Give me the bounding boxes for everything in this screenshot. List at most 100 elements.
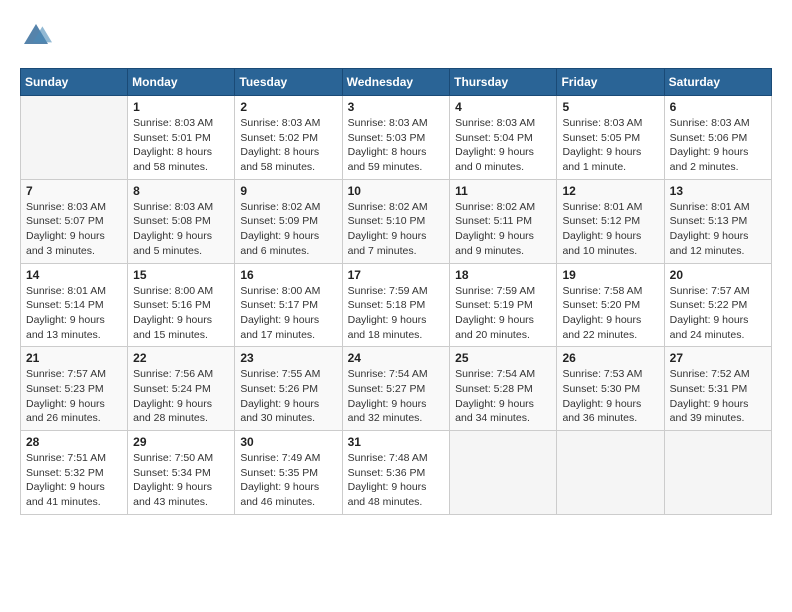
day-info: Sunrise: 7:49 AMSunset: 5:35 PMDaylight:…	[240, 451, 336, 510]
calendar-cell: 15 Sunrise: 8:00 AMSunset: 5:16 PMDayligh…	[128, 263, 235, 347]
calendar-cell: 3 Sunrise: 8:03 AMSunset: 5:03 PMDaylight…	[342, 96, 450, 180]
calendar-cell: 5 Sunrise: 8:03 AMSunset: 5:05 PMDaylight…	[557, 96, 664, 180]
header-wednesday: Wednesday	[342, 69, 450, 96]
calendar-cell: 12 Sunrise: 8:01 AMSunset: 5:12 PMDayligh…	[557, 179, 664, 263]
header-friday: Friday	[557, 69, 664, 96]
day-number: 14	[26, 268, 122, 282]
day-info: Sunrise: 7:54 AMSunset: 5:27 PMDaylight:…	[348, 367, 445, 426]
day-number: 25	[455, 351, 551, 365]
day-info: Sunrise: 8:03 AMSunset: 5:07 PMDaylight:…	[26, 200, 122, 259]
day-number: 5	[562, 100, 658, 114]
day-number: 9	[240, 184, 336, 198]
calendar-cell	[21, 96, 128, 180]
calendar-cell: 18 Sunrise: 7:59 AMSunset: 5:19 PMDayligh…	[450, 263, 557, 347]
day-number: 16	[240, 268, 336, 282]
calendar-table: SundayMondayTuesdayWednesdayThursdayFrid…	[20, 68, 772, 515]
calendar-week-row: 28 Sunrise: 7:51 AMSunset: 5:32 PMDayligh…	[21, 431, 772, 515]
calendar-cell: 16 Sunrise: 8:00 AMSunset: 5:17 PMDayligh…	[235, 263, 342, 347]
calendar-cell: 24 Sunrise: 7:54 AMSunset: 5:27 PMDayligh…	[342, 347, 450, 431]
calendar-cell	[664, 431, 771, 515]
header	[20, 20, 772, 52]
calendar-week-row: 1Sunrise: 8:03 AMSunset: 5:01 PMDaylight…	[21, 96, 772, 180]
calendar-cell: 31 Sunrise: 7:48 AMSunset: 5:36 PMDayligh…	[342, 431, 450, 515]
day-number: 28	[26, 435, 122, 449]
day-number: 30	[240, 435, 336, 449]
day-info: Sunrise: 8:01 AMSunset: 5:12 PMDaylight:…	[562, 200, 658, 259]
calendar-cell: 6Sunrise: 8:03 AMSunset: 5:06 PMDaylight…	[664, 96, 771, 180]
header-thursday: Thursday	[450, 69, 557, 96]
day-number: 8	[133, 184, 229, 198]
calendar-cell: 28 Sunrise: 7:51 AMSunset: 5:32 PMDayligh…	[21, 431, 128, 515]
day-number: 18	[455, 268, 551, 282]
day-info: Sunrise: 7:57 AMSunset: 5:23 PMDaylight:…	[26, 367, 122, 426]
day-info: Sunrise: 8:02 AMSunset: 5:10 PMDaylight:…	[348, 200, 445, 259]
day-number: 7	[26, 184, 122, 198]
calendar-cell	[557, 431, 664, 515]
calendar-week-row: 14 Sunrise: 8:01 AMSunset: 5:14 PMDayligh…	[21, 263, 772, 347]
calendar-cell	[450, 431, 557, 515]
day-info: Sunrise: 8:00 AMSunset: 5:17 PMDaylight:…	[240, 284, 336, 343]
calendar-cell: 30 Sunrise: 7:49 AMSunset: 5:35 PMDayligh…	[235, 431, 342, 515]
day-info: Sunrise: 8:03 AMSunset: 5:05 PMDaylight:…	[562, 116, 658, 175]
calendar-cell: 13 Sunrise: 8:01 AMSunset: 5:13 PMDayligh…	[664, 179, 771, 263]
day-info: Sunrise: 8:00 AMSunset: 5:16 PMDaylight:…	[133, 284, 229, 343]
day-info: Sunrise: 7:53 AMSunset: 5:30 PMDaylight:…	[562, 367, 658, 426]
day-number: 24	[348, 351, 445, 365]
calendar-header-row: SundayMondayTuesdayWednesdayThursdayFrid…	[21, 69, 772, 96]
day-number: 29	[133, 435, 229, 449]
day-number: 15	[133, 268, 229, 282]
calendar-cell: 22Sunrise: 7:56 AMSunset: 5:24 PMDayligh…	[128, 347, 235, 431]
day-info: Sunrise: 8:03 AMSunset: 5:06 PMDaylight:…	[670, 116, 766, 175]
calendar-cell: 4 Sunrise: 8:03 AMSunset: 5:04 PMDaylight…	[450, 96, 557, 180]
logo	[20, 20, 56, 52]
day-info: Sunrise: 7:56 AMSunset: 5:24 PMDaylight:…	[133, 367, 229, 426]
day-number: 2	[240, 100, 336, 114]
header-tuesday: Tuesday	[235, 69, 342, 96]
day-info: Sunrise: 8:03 AMSunset: 5:02 PMDaylight:…	[240, 116, 336, 175]
day-info: Sunrise: 7:57 AMSunset: 5:22 PMDaylight:…	[670, 284, 766, 343]
calendar-cell: 1Sunrise: 8:03 AMSunset: 5:01 PMDaylight…	[128, 96, 235, 180]
day-number: 3	[348, 100, 445, 114]
calendar-cell: 8 Sunrise: 8:03 AMSunset: 5:08 PMDaylight…	[128, 179, 235, 263]
day-number: 13	[670, 184, 766, 198]
calendar-cell: 19 Sunrise: 7:58 AMSunset: 5:20 PMDayligh…	[557, 263, 664, 347]
day-info: Sunrise: 8:01 AMSunset: 5:14 PMDaylight:…	[26, 284, 122, 343]
day-number: 20	[670, 268, 766, 282]
day-number: 31	[348, 435, 445, 449]
day-number: 10	[348, 184, 445, 198]
day-info: Sunrise: 7:48 AMSunset: 5:36 PMDaylight:…	[348, 451, 445, 510]
calendar-cell: 29 Sunrise: 7:50 AMSunset: 5:34 PMDayligh…	[128, 431, 235, 515]
header-monday: Monday	[128, 69, 235, 96]
day-number: 17	[348, 268, 445, 282]
day-info: Sunrise: 7:58 AMSunset: 5:20 PMDaylight:…	[562, 284, 658, 343]
day-info: Sunrise: 8:01 AMSunset: 5:13 PMDaylight:…	[670, 200, 766, 259]
day-number: 23	[240, 351, 336, 365]
logo-icon	[20, 20, 52, 52]
day-info: Sunrise: 8:03 AMSunset: 5:03 PMDaylight:…	[348, 116, 445, 175]
day-number: 4	[455, 100, 551, 114]
calendar-cell: 11Sunrise: 8:02 AMSunset: 5:11 PMDayligh…	[450, 179, 557, 263]
calendar-cell: 14 Sunrise: 8:01 AMSunset: 5:14 PMDayligh…	[21, 263, 128, 347]
day-number: 11	[455, 184, 551, 198]
calendar-cell: 25 Sunrise: 7:54 AMSunset: 5:28 PMDayligh…	[450, 347, 557, 431]
calendar-cell: 21Sunrise: 7:57 AMSunset: 5:23 PMDayligh…	[21, 347, 128, 431]
day-info: Sunrise: 7:59 AMSunset: 5:19 PMDaylight:…	[455, 284, 551, 343]
day-info: Sunrise: 8:02 AMSunset: 5:09 PMDaylight:…	[240, 200, 336, 259]
day-number: 26	[562, 351, 658, 365]
day-info: Sunrise: 7:54 AMSunset: 5:28 PMDaylight:…	[455, 367, 551, 426]
day-info: Sunrise: 7:50 AMSunset: 5:34 PMDaylight:…	[133, 451, 229, 510]
calendar-week-row: 21Sunrise: 7:57 AMSunset: 5:23 PMDayligh…	[21, 347, 772, 431]
day-number: 19	[562, 268, 658, 282]
day-info: Sunrise: 8:03 AMSunset: 5:08 PMDaylight:…	[133, 200, 229, 259]
calendar-cell: 9 Sunrise: 8:02 AMSunset: 5:09 PMDaylight…	[235, 179, 342, 263]
day-number: 27	[670, 351, 766, 365]
calendar-cell: 2 Sunrise: 8:03 AMSunset: 5:02 PMDaylight…	[235, 96, 342, 180]
day-info: Sunrise: 8:03 AMSunset: 5:04 PMDaylight:…	[455, 116, 551, 175]
day-info: Sunrise: 7:55 AMSunset: 5:26 PMDaylight:…	[240, 367, 336, 426]
day-number: 12	[562, 184, 658, 198]
header-sunday: Sunday	[21, 69, 128, 96]
day-info: Sunrise: 7:51 AMSunset: 5:32 PMDaylight:…	[26, 451, 122, 510]
calendar-week-row: 7 Sunrise: 8:03 AMSunset: 5:07 PMDaylight…	[21, 179, 772, 263]
day-number: 1	[133, 100, 229, 114]
header-saturday: Saturday	[664, 69, 771, 96]
